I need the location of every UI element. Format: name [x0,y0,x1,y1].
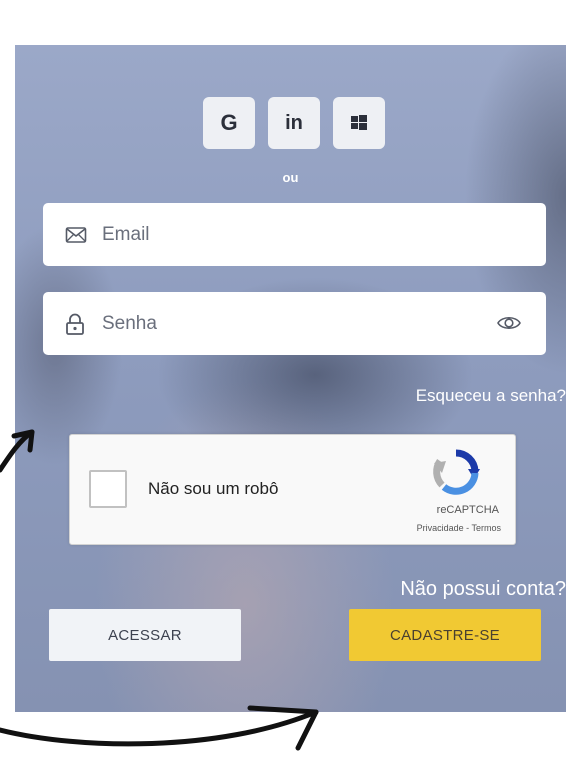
recaptcha-links: Privacidade - Termos [417,523,501,533]
recaptcha-terms-link[interactable]: Termos [471,523,501,533]
recaptcha-logo-icon [432,449,480,500]
email-input[interactable] [100,222,464,247]
linkedin-login-button[interactable]: in [268,97,320,149]
recaptcha-privacy-link[interactable]: Privacidade [417,523,464,533]
envelope-icon [65,222,91,248]
recaptcha-label: Não sou um robô [148,479,279,498]
google-icon: G [220,110,238,135]
signup-prompt-link[interactable]: Não possui conta? [400,578,566,601]
lock-icon [65,311,91,337]
linkedin-icon: in [285,111,303,134]
microsoft-login-button[interactable] [333,97,385,149]
recaptcha-brand: reCAPTCHA [436,504,499,516]
email-field[interactable] [43,203,546,266]
signup-button[interactable]: CADASTRE-SE [349,609,541,661]
login-button[interactable]: ACESSAR [49,609,241,661]
recaptcha-checkbox[interactable] [89,470,127,508]
bottom-arrow [0,705,319,751]
eye-icon[interactable] [496,311,522,340]
password-field[interactable] [43,292,546,355]
forgot-password-link[interactable]: Esqueceu a senha? [416,386,566,406]
login-panel: G in ou Email Esqueceu a senha? Não sou … [15,45,566,712]
password-input[interactable] [100,311,464,336]
recaptcha-widget: Não sou um robô reCAPTCHA Privacidade - … [69,434,516,545]
divider-text: ou [282,170,299,185]
windows-icon [351,115,367,130]
google-login-button[interactable]: G [203,97,255,149]
